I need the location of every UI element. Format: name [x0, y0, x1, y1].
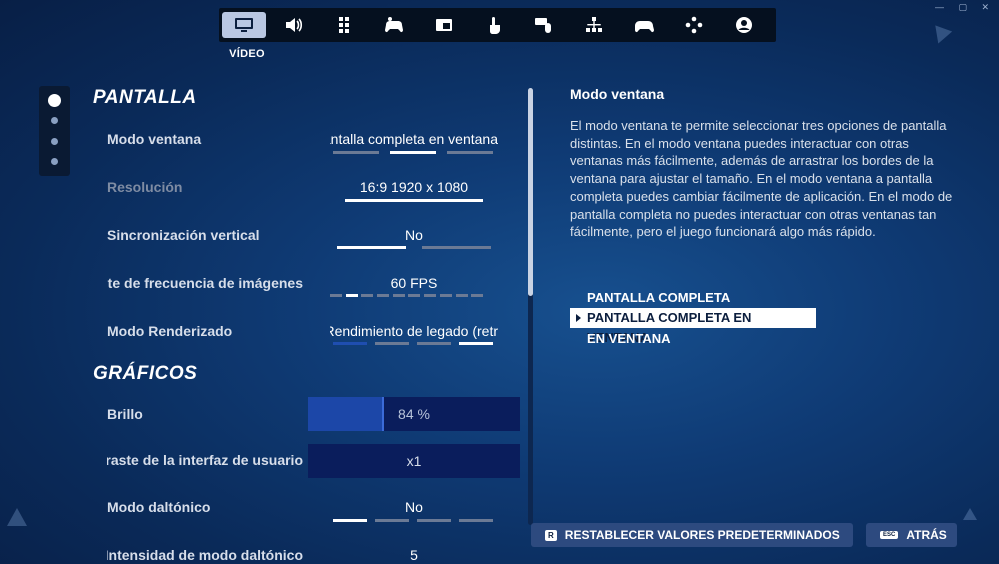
render-mode-value[interactable]: Rendimiento de legado (retr: [330, 323, 498, 339]
account-icon: [736, 17, 752, 33]
ui-contrast-label: Contraste de la interfaz de usuario: [107, 452, 303, 468]
tab-keyboard-mouse[interactable]: [519, 8, 569, 42]
colorblind-mode-indicator: [333, 519, 495, 522]
reset-defaults-label: RESTABLECER VALORES PREDETERMINADOS: [564, 528, 840, 542]
section-dot-active[interactable]: [48, 94, 61, 107]
tab-account[interactable]: [719, 8, 769, 42]
option-fullscreen[interactable]: PANTALLA COMPLETA: [570, 288, 816, 308]
tab-dpad[interactable]: [669, 8, 719, 42]
vsync-value[interactable]: No: [330, 227, 498, 243]
ui-contrast-value: x1: [406, 453, 422, 469]
vsync-label: Sincronización vertical: [107, 227, 260, 243]
render-mode-label: Modo Renderizado: [107, 323, 233, 339]
option-windowed[interactable]: EN VENTANA: [570, 329, 816, 349]
detail-title: Modo ventana: [570, 86, 665, 102]
section-dot[interactable]: [51, 158, 58, 165]
touch-hand-icon: [490, 17, 500, 34]
network-icon: [586, 17, 602, 32]
fps-limit-label: Límite de frecuencia de imágenes: [107, 275, 303, 291]
window-mode-indicator: [333, 151, 495, 154]
tab-controller[interactable]: [619, 8, 669, 42]
tab-accessibility[interactable]: [319, 8, 369, 42]
window-controls[interactable]: — ▢ ✕: [935, 2, 995, 13]
scrollbar-thumb[interactable]: [528, 88, 533, 296]
resolution-indicator: [345, 199, 507, 202]
back-label: ATRÁS: [906, 528, 947, 542]
tab-touch[interactable]: [469, 8, 519, 42]
reset-defaults-button[interactable]: R RESTABLECER VALORES PREDETERMINADOS: [531, 523, 853, 547]
render-mode-indicator: [333, 342, 495, 345]
vsync-indicator: [337, 246, 499, 249]
back-button[interactable]: ESC ATRÁS: [866, 523, 957, 547]
keyboard-mouse-icon: [535, 18, 551, 33]
key-esc-icon: ESC: [880, 531, 899, 539]
detail-description: El modo ventana te permite seleccionar t…: [570, 118, 953, 240]
window-mode-label: Modo ventana: [107, 131, 202, 147]
speaker-icon: [286, 18, 303, 32]
section-dot[interactable]: [51, 117, 58, 124]
active-tab-label: VÍDEO: [229, 48, 265, 60]
option-windowed-fullscreen[interactable]: PANTALLA COMPLETA EN VENTANA: [570, 308, 816, 345]
controller-icon: [635, 21, 654, 33]
fps-limit-value[interactable]: 60 FPS: [330, 275, 498, 291]
colorblind-mode-value[interactable]: No: [330, 499, 498, 515]
brightness-label: Brillo: [107, 406, 143, 422]
section-title-graphics: GRÁFICOS: [93, 363, 198, 384]
tab-interface[interactable]: [419, 8, 469, 42]
gamepad-touch-icon: [385, 17, 403, 33]
tab-network[interactable]: [569, 8, 619, 42]
brightness-slider[interactable]: 84 %: [308, 397, 520, 431]
colorblind-intensity-value[interactable]: 5: [330, 547, 498, 563]
selection-arrow-icon: [576, 314, 581, 322]
colorblind-intensity-label: Intensidad de modo daltónico: [107, 547, 303, 563]
colorblind-mode-label: Modo daltónico: [107, 499, 211, 515]
background-triangle: [963, 508, 977, 520]
brightness-value: 84 %: [398, 406, 430, 422]
resolution-label: Resolución: [107, 179, 183, 195]
settings-tab-bar: [219, 8, 776, 42]
tab-controller-touch[interactable]: [369, 8, 419, 42]
section-navigator: [39, 86, 70, 176]
window-icon: [436, 19, 452, 31]
tab-audio[interactable]: [269, 8, 319, 42]
dpad-icon: [685, 16, 703, 34]
background-triangle: [929, 25, 953, 47]
keyboard-grid-icon: [339, 17, 349, 33]
tab-video[interactable]: [219, 8, 269, 42]
section-title-display: PANTALLA: [93, 87, 197, 108]
ui-contrast-slider[interactable]: x1: [308, 444, 520, 478]
key-r-icon: R: [545, 529, 557, 541]
section-dot[interactable]: [51, 138, 58, 145]
resolution-value[interactable]: 16:9 1920 x 1080: [330, 179, 498, 195]
fps-limit-indicator: [330, 294, 492, 297]
window-mode-value[interactable]: Pantalla completa en ventana: [330, 131, 498, 147]
background-triangle: [7, 508, 27, 526]
monitor-icon: [235, 18, 253, 32]
